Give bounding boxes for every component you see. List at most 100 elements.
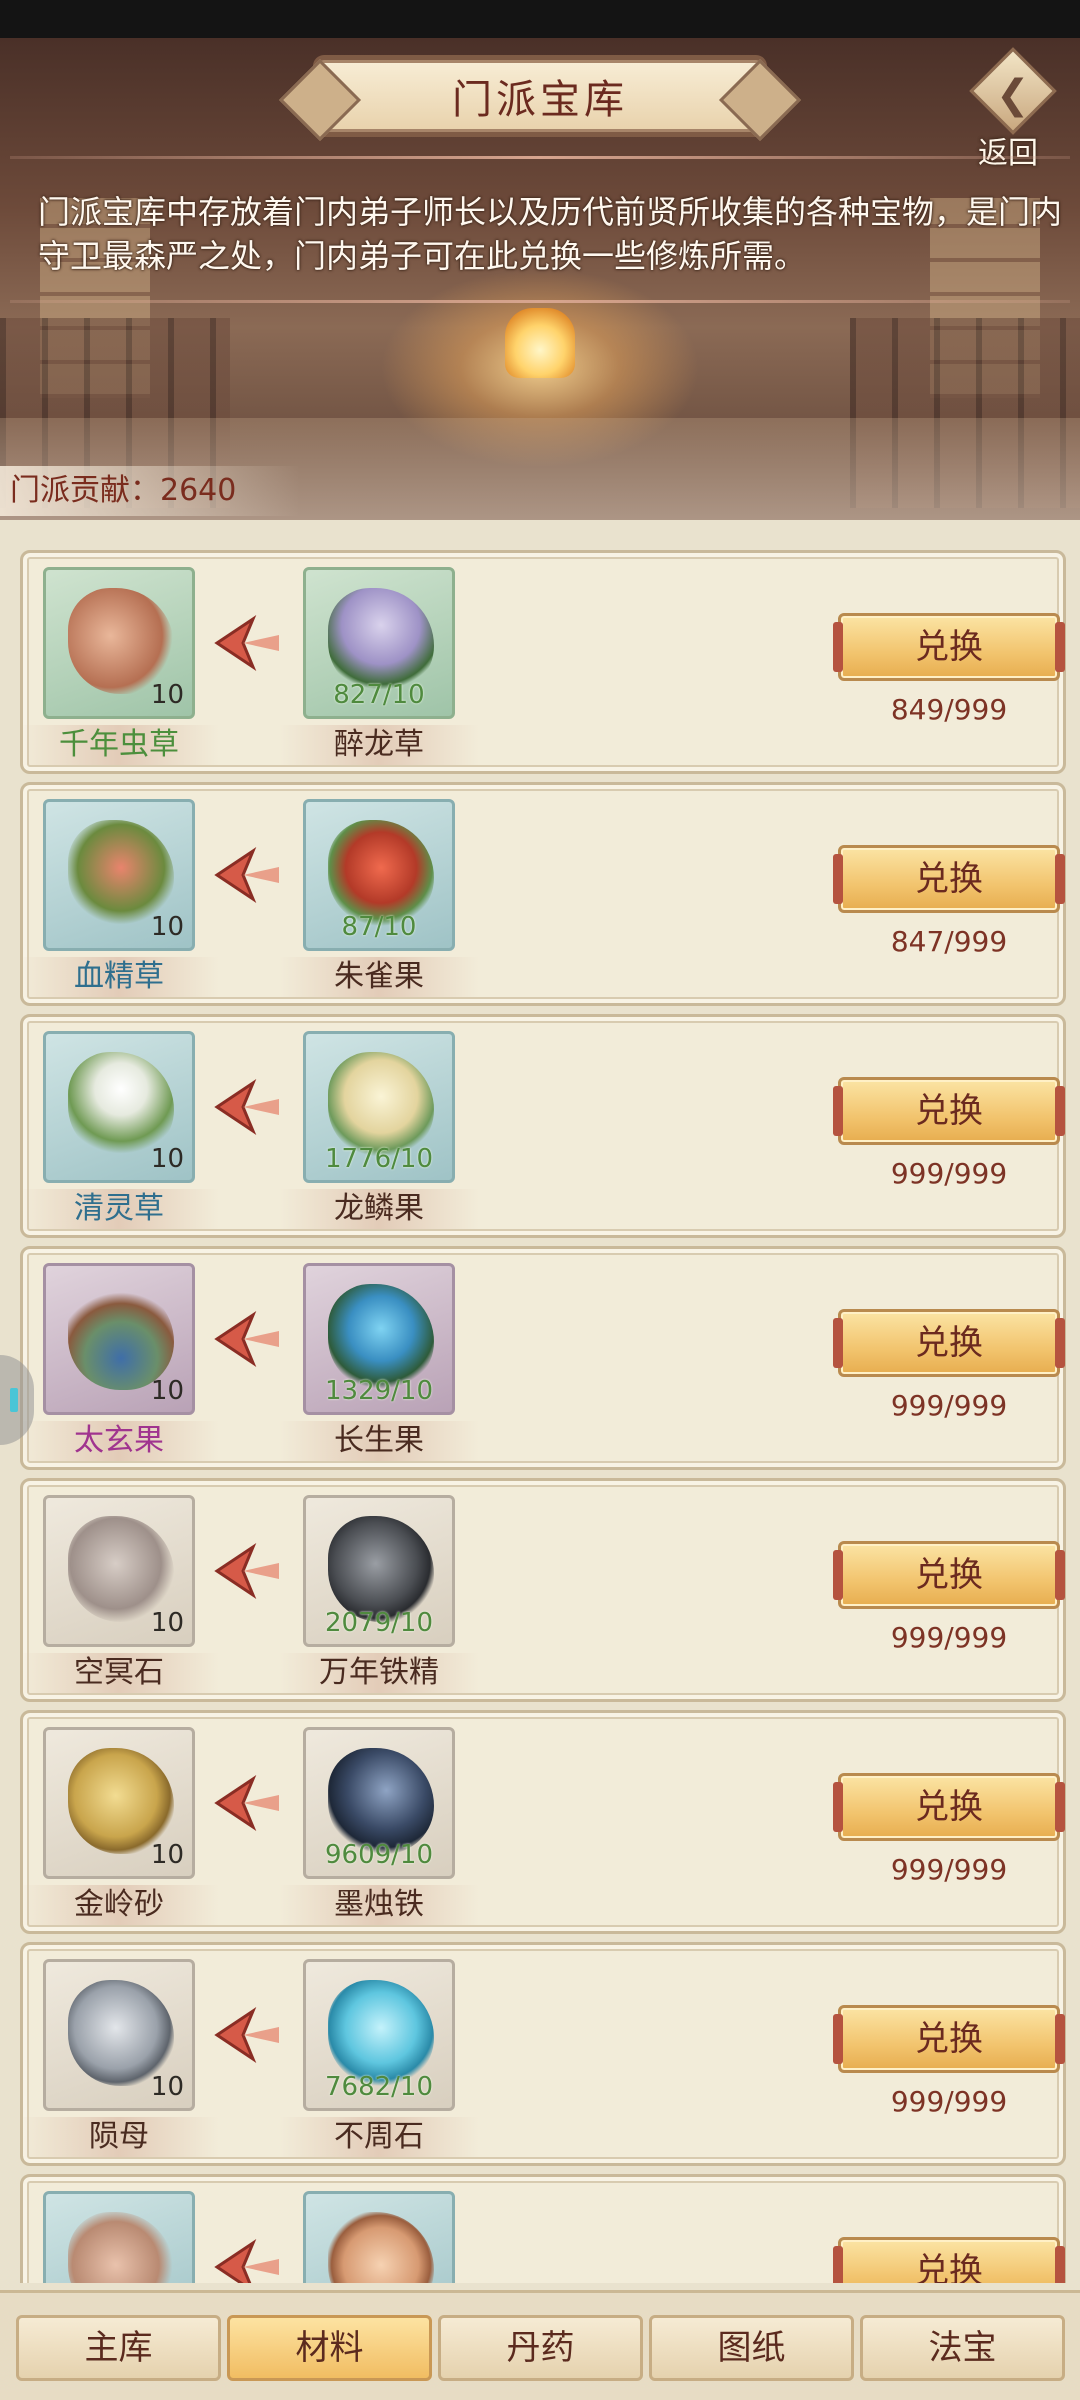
tab-artifacts[interactable]: 法宝 <box>860 2315 1065 2381</box>
source-item-slot[interactable]: 9609/10 <box>303 1727 455 1879</box>
target-item-qty: 10 <box>150 1144 184 1174</box>
tab-materials[interactable]: 材料 <box>227 2315 432 2381</box>
stock-count: 999/999 <box>890 1621 1008 1654</box>
target-item-slot[interactable]: 10 <box>43 1495 195 1647</box>
cordyceps-icon <box>68 588 174 694</box>
tab-pills[interactable]: 丹药 <box>438 2315 643 2381</box>
exchange-card: 10 9609/10 金岭砂 墨烛铁 兑换 999/999 <box>19 1710 1066 1934</box>
source-item-slot[interactable]: 827/10 <box>303 567 455 719</box>
dragon-scale-fruit-icon <box>328 1052 434 1158</box>
exchange-button[interactable]: 兑换 <box>833 2237 1065 2283</box>
source-item-name: 醉龙草 <box>279 725 479 765</box>
grey-ore-icon <box>68 1980 174 2086</box>
black-crystal-iron-icon <box>328 1748 434 1854</box>
left-arrow-icon <box>213 2005 283 2065</box>
source-item-name: 墨烛铁 <box>279 1885 479 1925</box>
source-item-qty: 87/10 <box>341 912 417 942</box>
exchange-button[interactable]: 兑换 <box>833 2005 1065 2073</box>
exchange-card: 10 7682/10 陨母 不周石 兑换 999/999 <box>19 1942 1066 2166</box>
left-arrow-icon <box>213 1077 283 1137</box>
target-item-name: 千年虫草 <box>19 725 219 765</box>
exchange-button[interactable]: 兑换 <box>833 1077 1065 1145</box>
back-arrow-icon: ❮ <box>996 72 1030 118</box>
target-item-qty: 10 <box>150 680 184 710</box>
target-item-slot[interactable]: 10 <box>43 1727 195 1879</box>
left-arrow-icon <box>213 613 283 673</box>
blue-crystal-stone-icon <box>328 1980 434 2086</box>
flame-icon <box>505 308 575 378</box>
exchange-card: 10 1776/10 清灵草 龙鳞果 兑换 999/999 <box>19 1014 1066 1238</box>
source-item-qty: 1329/10 <box>324 1376 433 1406</box>
exchange-list[interactable]: 10 827/10 千年虫草 醉龙草 兑换 849/999 10 87/10 血… <box>0 528 1080 2283</box>
target-item-slot[interactable]: 10 <box>43 1263 195 1415</box>
status-bar <box>0 0 1080 38</box>
exchange-button[interactable]: 兑换 <box>833 845 1065 913</box>
target-item-slot[interactable]: 10 <box>43 1031 195 1183</box>
source-item-qty: 2079/10 <box>324 1608 433 1638</box>
source-item-qty: 7682/10 <box>324 2072 433 2102</box>
target-item-qty: 10 <box>150 1608 184 1638</box>
stock-count: 999/999 <box>890 1157 1008 1190</box>
source-item-name: 龙鳞果 <box>279 1189 479 1229</box>
tab-main-store[interactable]: 主库 <box>16 2315 221 2381</box>
target-item-name: 太玄果 <box>19 1421 219 1461</box>
page-title-text: 门派宝库 <box>452 77 628 123</box>
target-item-slot[interactable]: 10 <box>43 567 195 719</box>
exchange-button[interactable]: 兑换 <box>833 1541 1065 1609</box>
copper-ore-icon <box>68 2212 174 2283</box>
back-button[interactable]: ❮ 返回 <box>960 47 1070 171</box>
source-item-slot[interactable]: 7682/10 <box>303 1959 455 2111</box>
exchange-card: 10 2079/10 空冥石 万年铁精 兑换 999/999 <box>19 1478 1066 1702</box>
target-item-qty: 10 <box>150 1840 184 1870</box>
blue-berry-vine-icon <box>328 1284 434 1390</box>
gold-sand-icon <box>68 1748 174 1854</box>
target-item-qty: 10 <box>150 1376 184 1406</box>
source-item-slot[interactable]: 2079/10 <box>303 1495 455 1647</box>
stock-count: 999/999 <box>890 1389 1008 1422</box>
exchange-card: 兑换 <box>20 2174 1066 2283</box>
left-arrow-icon <box>213 2237 283 2283</box>
source-item-qty: 9609/10 <box>324 1840 433 1870</box>
treasury-description: 门派宝库中存放着门内弟子师长以及历代前贤所收集的各种宝物，是门内守卫最森严之处，… <box>38 193 1063 275</box>
exchange-card: 10 1329/10 太玄果 长生果 兑换 999/999 <box>19 1246 1066 1470</box>
divider-bottom <box>10 300 1070 303</box>
stock-count: 999/999 <box>890 1853 1008 1886</box>
exchange-button[interactable]: 兑换 <box>833 613 1065 681</box>
tab-blueprints[interactable]: 图纸 <box>649 2315 854 2381</box>
target-item-qty: 10 <box>150 2072 184 2102</box>
target-item-slot[interactable] <box>43 2191 195 2283</box>
source-item-slot[interactable] <box>303 2191 455 2283</box>
exchange-card: 10 87/10 血精草 朱雀果 兑换 847/999 <box>19 782 1066 1006</box>
target-item-name: 金岭砂 <box>19 1885 219 1925</box>
left-arrow-icon <box>213 1541 283 1601</box>
blue-fruit-branch-icon <box>68 1284 174 1390</box>
source-item-name: 万年铁精 <box>279 1653 479 1693</box>
handle-grip-icon <box>10 1388 18 1412</box>
amber-stone-icon <box>328 2212 434 2283</box>
target-item-slot[interactable]: 10 <box>43 1959 195 2111</box>
exchange-button[interactable]: 兑换 <box>833 1773 1065 1841</box>
pale-stone-icon <box>68 1516 174 1622</box>
target-item-qty: 10 <box>150 912 184 942</box>
target-item-name: 清灵草 <box>19 1189 219 1229</box>
target-item-slot[interactable]: 10 <box>43 799 195 951</box>
left-arrow-icon <box>213 1773 283 1833</box>
source-item-name: 朱雀果 <box>279 957 479 997</box>
left-arrow-icon <box>213 845 283 905</box>
source-item-slot[interactable]: 87/10 <box>303 799 455 951</box>
target-item-name: 陨母 <box>19 2117 219 2157</box>
white-flower-icon <box>68 1052 174 1158</box>
source-item-slot[interactable]: 1329/10 <box>303 1263 455 1415</box>
back-label: 返回 <box>978 136 1038 171</box>
left-arrow-icon <box>213 1309 283 1369</box>
divider-top <box>10 156 1070 159</box>
lavender-herb-icon <box>328 588 434 694</box>
contribution-display: 门派贡献：2640 <box>0 466 300 516</box>
exchange-button[interactable]: 兑换 <box>833 1309 1065 1377</box>
red-berry-icon <box>328 820 434 926</box>
target-item-name: 空冥石 <box>19 1653 219 1693</box>
blood-herb-icon <box>68 820 174 926</box>
source-item-slot[interactable]: 1776/10 <box>303 1031 455 1183</box>
stock-count: 849/999 <box>890 693 1008 726</box>
target-item-name: 血精草 <box>19 957 219 997</box>
